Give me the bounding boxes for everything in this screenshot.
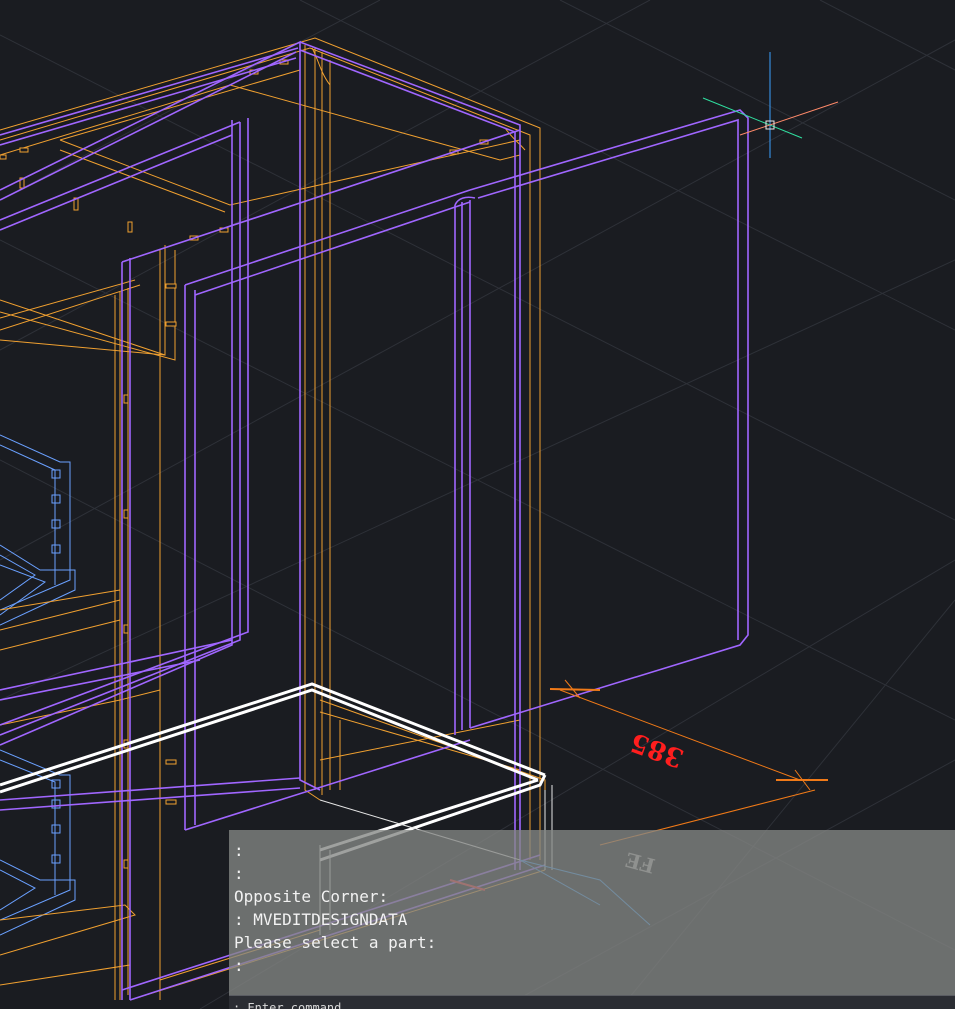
command-history-line: Please select a part: [234,933,437,952]
command-input-prompt: : Enter command [233,1001,342,1009]
command-history-line: : MVEDITDESIGNDATA [234,910,408,929]
command-history-line: Opposite Corner: [234,887,389,906]
connector-pins [0,59,489,869]
crosshair-cursor-icon [702,52,839,158]
drawer-boxes [0,434,76,936]
dimension-value: 385 [627,726,688,773]
command-history-line: : [234,841,244,860]
command-input[interactable]: : Enter command [229,995,955,1009]
command-history-line: : [234,864,244,883]
command-history-panel: : : Opposite Corner: : MVEDITDESIGNDATA … [229,830,955,995]
command-history-line: : [234,956,244,975]
